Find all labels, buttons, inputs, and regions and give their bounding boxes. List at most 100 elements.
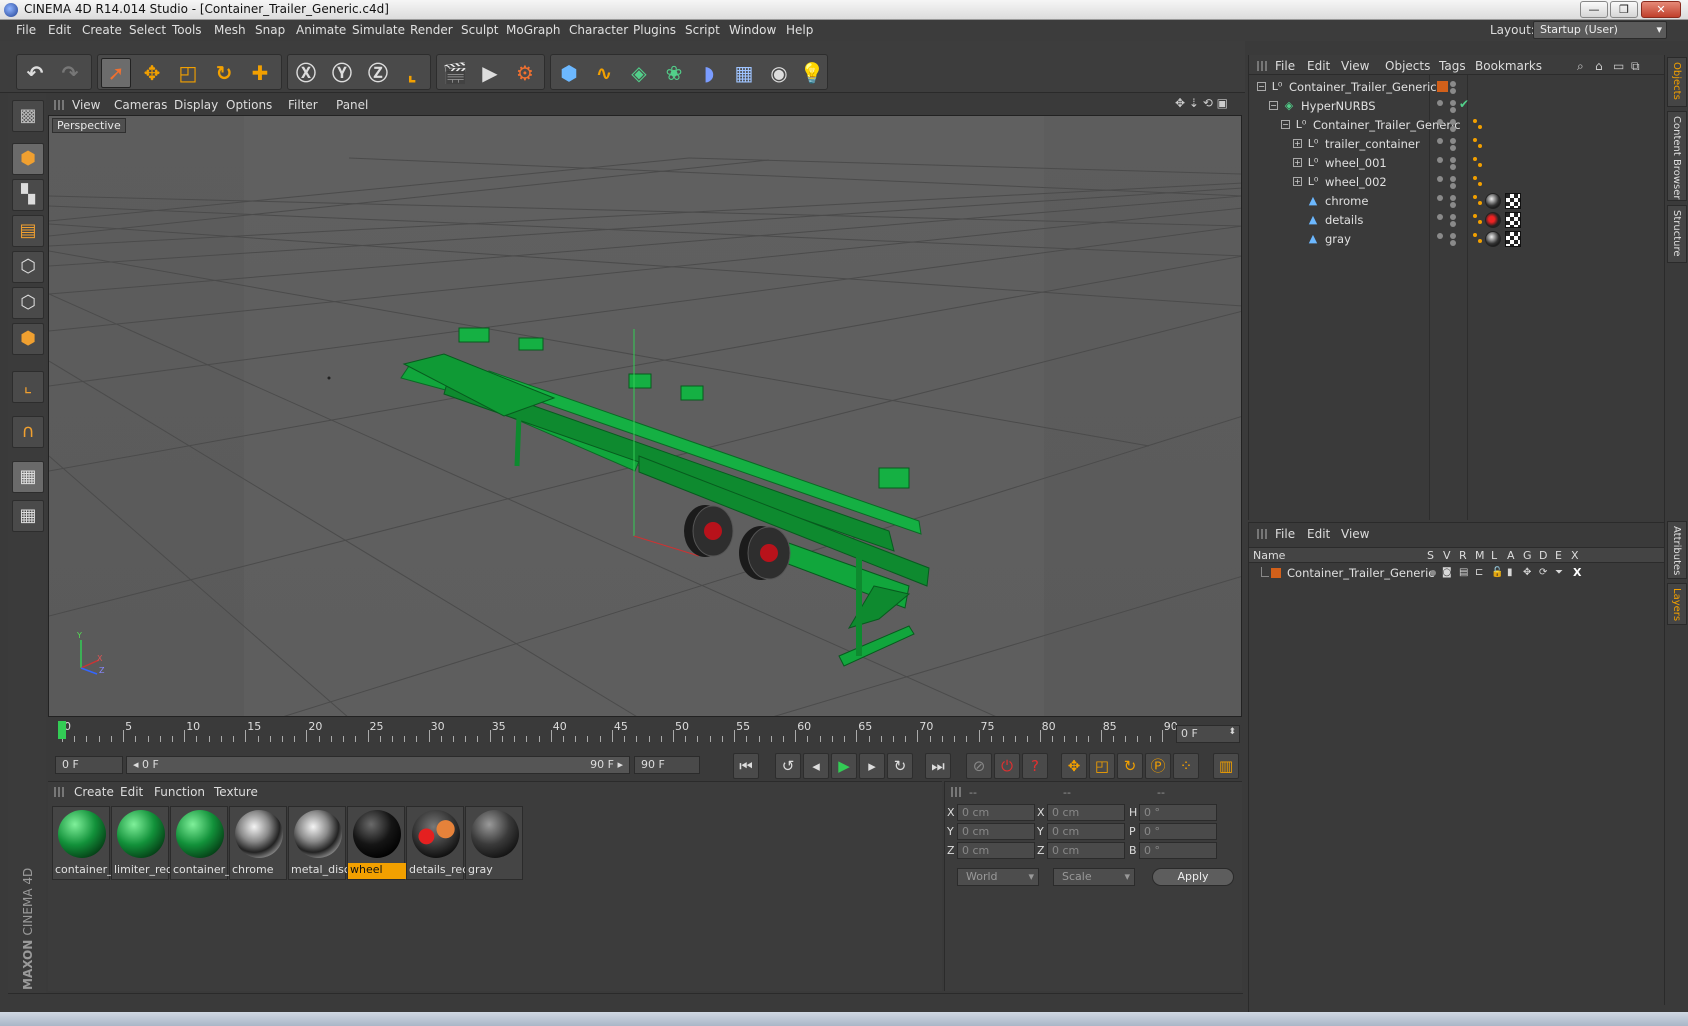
menu-sculpt[interactable]: Sculpt <box>461 23 498 37</box>
menu-animate[interactable]: Animate <box>296 23 346 37</box>
snap-magnet-icon[interactable]: ∩ <box>12 416 44 448</box>
expand-icon[interactable]: + <box>1293 158 1302 167</box>
coord-value-field[interactable]: 0 ° <box>1139 842 1217 859</box>
layer-deformers-icon[interactable]: ⟳ <box>1539 567 1547 578</box>
render-settings-icon[interactable]: ⚙ <box>510 58 540 88</box>
material-tag-icon[interactable] <box>1485 231 1501 247</box>
editor-visibility-dot[interactable] <box>1437 119 1443 125</box>
panel-grip-icon[interactable] <box>1257 529 1267 539</box>
material-menu-edit[interactable]: Edit <box>120 785 143 799</box>
step-back-icon[interactable]: ◂ <box>803 753 829 779</box>
layer-generators-icon[interactable]: ✥ <box>1523 567 1531 578</box>
layer-animation-icon[interactable]: ▮ <box>1507 567 1513 578</box>
material-swatch[interactable]: gray <box>465 806 523 880</box>
render-visibility-dot[interactable] <box>1450 88 1456 94</box>
menu-render[interactable]: Render <box>410 23 453 37</box>
layer-view-eye-icon[interactable]: ◙ <box>1442 567 1452 578</box>
menu-create[interactable]: Create <box>82 23 122 37</box>
object-menu-edit[interactable]: Edit <box>1307 59 1330 73</box>
render-visibility-dot[interactable] <box>1450 221 1456 227</box>
coordinate-system-icon[interactable]: ⌞ <box>397 58 427 88</box>
object-name[interactable]: chrome <box>1325 194 1368 208</box>
menu-file[interactable]: File <box>16 23 36 37</box>
viewport-menu-options[interactable]: Options <box>226 98 272 112</box>
layer-column-flag[interactable]: D <box>1539 549 1547 562</box>
coord-value-field[interactable]: 0 cm <box>957 842 1035 859</box>
panel-grip-icon[interactable] <box>54 100 64 110</box>
editor-visibility-dot[interactable] <box>1437 176 1443 182</box>
layer-manager-icon[interactable]: ⊏ <box>1475 567 1483 578</box>
render-picture-viewer-icon[interactable]: ▶ <box>475 58 505 88</box>
layout-select[interactable]: Startup (User) ▾ <box>1533 21 1667 39</box>
layer-column-flag[interactable]: E <box>1555 549 1562 562</box>
keyframe-help-icon[interactable]: ? <box>1022 753 1048 779</box>
viewport-menu-view[interactable]: View <box>72 98 100 112</box>
object-menu-file[interactable]: File <box>1275 59 1295 73</box>
cube-primitive-icon[interactable]: ⬢ <box>554 58 584 88</box>
layer-menu-edit[interactable]: Edit <box>1307 527 1330 541</box>
coord-value-field[interactable]: 0 cm <box>1047 823 1125 840</box>
collapse-icon[interactable]: − <box>1281 120 1290 129</box>
expand-icon[interactable]: + <box>1293 177 1302 186</box>
collapse-icon[interactable]: − <box>1257 82 1266 91</box>
layer-color-swatch[interactable] <box>1437 81 1448 92</box>
enabled-check-icon[interactable]: ✔ <box>1459 97 1469 111</box>
edges-mode-icon[interactable]: ⬡ <box>12 287 44 319</box>
material-swatch[interactable]: wheel <box>347 806 406 880</box>
z-axis-lock-icon[interactable]: Ⓩ <box>363 58 393 88</box>
key-param-icon[interactable]: Ⓟ <box>1145 753 1171 779</box>
menu-help[interactable]: Help <box>786 23 813 37</box>
menu-mograph[interactable]: MoGraph <box>506 23 561 37</box>
coordinate-space-select[interactable]: World ▾ <box>957 868 1039 886</box>
object-name[interactable]: wheel_002 <box>1325 175 1387 189</box>
editor-visibility-dot[interactable] <box>1437 233 1443 239</box>
menu-snap[interactable]: Snap <box>255 23 285 37</box>
material-menu-function[interactable]: Function <box>154 785 205 799</box>
apply-button[interactable]: Apply <box>1152 868 1234 886</box>
editor-visibility-dot[interactable] <box>1450 81 1456 87</box>
object-menu-view[interactable]: View <box>1341 59 1369 73</box>
home-icon[interactable]: ⌂ <box>1595 59 1603 73</box>
editor-visibility-dot[interactable] <box>1437 195 1443 201</box>
object-name[interactable]: trailer_container <box>1325 137 1420 151</box>
object-name[interactable]: HyperNURBS <box>1301 99 1376 113</box>
object-tree-row[interactable]: ▲ chrome <box>1249 191 1665 211</box>
phong-tag-icon[interactable] <box>1473 214 1483 226</box>
current-frame-field[interactable]: 0 F ⬍ <box>1176 725 1240 743</box>
tab-content-browser[interactable]: Content Browser <box>1667 111 1687 201</box>
light-icon[interactable]: 💡 <box>797 58 827 88</box>
material-swatch[interactable]: limiter_red <box>111 806 170 880</box>
menu-mesh[interactable]: Mesh <box>214 23 246 37</box>
phong-tag-icon[interactable] <box>1473 233 1483 245</box>
locked-workplane-icon[interactable]: ▦ <box>12 461 44 493</box>
coord-value-field[interactable]: 0 ° <box>1139 804 1217 821</box>
layer-name[interactable]: Container_Trailer_Generic <box>1287 566 1435 580</box>
array-icon[interactable]: ❀ <box>659 58 689 88</box>
editor-visibility-dot[interactable] <box>1450 214 1456 220</box>
layer-column-flag[interactable]: G <box>1523 549 1532 562</box>
editor-visibility-dot[interactable] <box>1450 233 1456 239</box>
phong-tag-icon[interactable] <box>1473 119 1483 131</box>
orbit-icon[interactable]: ⟲ <box>1203 96 1213 110</box>
expand-icon[interactable]: + <box>1293 139 1302 148</box>
phong-tag-icon[interactable] <box>1473 195 1483 207</box>
coord-value-field[interactable]: 0 cm <box>957 823 1035 840</box>
coord-value-field[interactable]: 0 ° <box>1139 823 1217 840</box>
panel-grip-icon[interactable] <box>951 787 961 797</box>
layer-column-flag[interactable]: V <box>1443 549 1451 562</box>
minimize-button[interactable]: — <box>1580 1 1608 18</box>
menu-plugins[interactable]: Plugins <box>633 23 676 37</box>
scale-icon[interactable]: ◰ <box>173 58 203 88</box>
viewport-camera-label[interactable]: Perspective <box>52 118 126 133</box>
object-name[interactable]: gray <box>1325 232 1351 246</box>
maximize-button[interactable]: ❐ <box>1610 1 1638 18</box>
editor-visibility-dot[interactable] <box>1437 138 1443 144</box>
viewport-menu-display[interactable]: Display <box>174 98 218 112</box>
material-menu-create[interactable]: Create <box>74 785 114 799</box>
nurbs-icon[interactable]: ◈ <box>624 58 654 88</box>
timeline-ruler[interactable]: 0 5 10 15 20 25 30 35 40 45 50 55 60 65 70 75 80 85 90 <box>48 718 1242 746</box>
x-axis-lock-icon[interactable]: Ⓧ <box>291 58 321 88</box>
editor-visibility-dot[interactable] <box>1450 176 1456 182</box>
key-position-icon[interactable]: ✥ <box>1061 753 1087 779</box>
tab-objects[interactable]: Objects <box>1667 57 1687 107</box>
